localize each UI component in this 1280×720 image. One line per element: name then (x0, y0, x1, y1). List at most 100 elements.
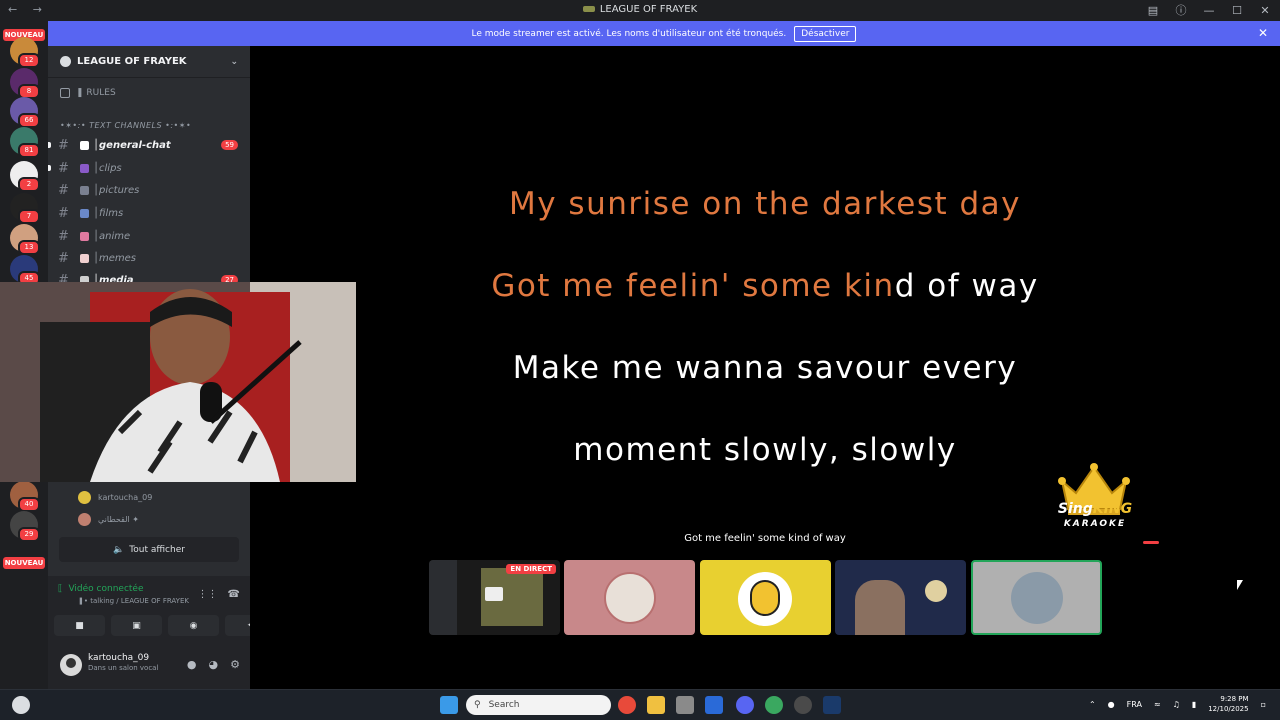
server-icon[interactable]: 66 (10, 97, 40, 128)
red-indicator (1143, 541, 1159, 544)
monitor-icon[interactable]: ▤ (1146, 4, 1160, 17)
voice-connected-label: Vidéo connectée (68, 584, 144, 594)
soundwave-icon[interactable]: ⋮⋮ (198, 589, 218, 600)
chrome-active-icon[interactable] (765, 696, 783, 714)
server-icon[interactable]: 40 (10, 481, 40, 512)
streamer-mode-banner: Le mode streamer est activé. Les noms d'… (48, 21, 1280, 46)
channel-pictures[interactable]: # │pictures (58, 180, 240, 200)
clock[interactable]: 9:28 PM 12/10/2025 (1208, 694, 1248, 714)
app-logo-icon (582, 6, 595, 12)
server-icon[interactable]: 8 (10, 68, 40, 99)
help-icon[interactable]: ⓘ (1174, 2, 1188, 18)
headphones-icon[interactable]: ◕ (209, 658, 219, 671)
banner-text: Le mode streamer est activé. Les noms d'… (471, 28, 787, 39)
participant-tile-screen[interactable]: EN DIRECT (429, 560, 560, 635)
mouse-cursor (1237, 580, 1243, 590)
lyric-line-2-rest: d of way (894, 268, 1039, 304)
participant-tile[interactable] (564, 560, 695, 635)
participant-tile[interactable] (700, 560, 831, 635)
explorer-icon[interactable] (647, 696, 665, 714)
minimize-icon[interactable]: — (1202, 4, 1216, 17)
store-icon[interactable] (676, 696, 694, 714)
emoji-icon (80, 140, 89, 150)
server-icon[interactable]: 7 (10, 193, 40, 224)
username[interactable]: kartoucha_09 (88, 653, 149, 663)
stream-stage[interactable]: My sunrise on the darkest day Got me fee… (250, 46, 1280, 689)
maximize-icon[interactable]: ☐ (1230, 4, 1244, 17)
hash-icon: # (58, 250, 69, 266)
close-icon[interactable]: ✕ (1258, 4, 1272, 17)
server-icon[interactable]: 12 (10, 37, 40, 68)
battery-icon[interactable]: ▮ (1192, 700, 1196, 709)
language-indicator[interactable]: FRA (1127, 700, 1142, 709)
video-light (925, 580, 947, 602)
screen-share-button[interactable]: ▣ (111, 615, 162, 636)
camera-off-button[interactable]: ■ (54, 615, 105, 636)
discord-icon[interactable] (736, 696, 754, 714)
speaker-server-icon[interactable]: 29 (10, 511, 40, 542)
emoji-icon (80, 231, 89, 241)
lyric-line-2-sung: Got me feelin' some kin (491, 268, 895, 304)
disable-streamer-button[interactable]: Désactiver (794, 25, 857, 42)
signal-icon: ⟦ (58, 584, 63, 594)
gear-icon[interactable]: ⚙ (230, 658, 240, 671)
logo-karaoke: KARAOKE (1063, 519, 1127, 529)
banner-close-icon[interactable]: ✕ (1258, 26, 1268, 40)
new-badge: NOUVEAU (3, 557, 45, 569)
channel-clips[interactable]: # │clips (48, 158, 240, 178)
category-text-channels[interactable]: •✶•:• TEXT CHANNELS •:•✶• (60, 121, 191, 130)
voice-user[interactable]: القحطاني ✦ (78, 509, 139, 529)
server-icon[interactable]: 81 (10, 127, 40, 158)
guild-icon (60, 56, 71, 67)
server-icon[interactable]: 2 (10, 161, 40, 192)
chevron-up-icon[interactable]: ⌃ (1089, 700, 1096, 709)
search-placeholder: Search (488, 700, 520, 710)
activity-button[interactable]: ◉ (168, 615, 219, 636)
microphone-icon[interactable]: ● (1108, 700, 1115, 709)
channel-memes[interactable]: # │memes (58, 248, 240, 268)
hash-icon: # (58, 160, 69, 176)
emoji-icon (80, 163, 89, 173)
volume-icon[interactable]: ♫ (1173, 700, 1180, 709)
widgets-icon[interactable] (12, 696, 30, 714)
show-all-button[interactable]: 🔈 Tout afficher (59, 537, 239, 562)
screen-preview-sidebar (429, 560, 457, 635)
checkbox-icon (60, 88, 70, 98)
user-panel: kartoucha_09 Dans un salon vocal ● ◕ ⚙ (48, 646, 250, 689)
notifications-icon[interactable]: ▫ (1261, 700, 1266, 709)
avatar (604, 572, 656, 624)
channel-films[interactable]: # │films (58, 203, 240, 223)
server-icon[interactable]: 13 (10, 224, 40, 255)
avatar (1011, 572, 1063, 624)
outlook-icon[interactable] (705, 696, 723, 714)
server-badge: 7 (18, 209, 40, 224)
server-icon[interactable]: 45 (10, 255, 40, 286)
voice-connected: ⟦ Vidéo connectée (58, 584, 144, 594)
microphone-icon[interactable]: ● (187, 658, 197, 671)
channel-general-chat[interactable]: # │general-chat 59 (48, 135, 240, 155)
obs-icon[interactable] (794, 696, 812, 714)
participant-tile-speaking[interactable] (971, 560, 1102, 635)
chrome-icon[interactable] (618, 696, 636, 714)
start-icon[interactable] (440, 696, 458, 714)
disconnect-icon[interactable]: ☎ (228, 589, 240, 600)
guild-header[interactable]: LEAGUE OF FRAYEK ⌄ (48, 46, 250, 78)
wifi-icon[interactable]: ≈ (1154, 700, 1161, 709)
streamer-webcam (0, 282, 356, 482)
chevron-down-icon[interactable]: ⌄ (230, 57, 238, 67)
channel-anime[interactable]: # │anime (58, 226, 240, 246)
window-title-text: LEAGUE OF FRAYEK (599, 4, 698, 15)
avatar[interactable] (60, 654, 82, 676)
lyric-line-2: Got me feelin' some kind of way (250, 268, 1280, 304)
voice-user-name: kartoucha_09 (98, 492, 153, 502)
voice-user[interactable]: kartoucha_09 (78, 487, 152, 507)
avatar (78, 490, 91, 504)
channel-label: ❚ RULES (76, 88, 116, 98)
voice-channel-name[interactable]: ❚• talking / LEAGUE OF FRAYEK (78, 597, 189, 605)
window-title: LEAGUE OF FRAYEK (0, 4, 1280, 15)
channel-rules[interactable]: ❚ RULES (60, 88, 116, 98)
steam-icon[interactable] (823, 696, 841, 714)
server-badge: 66 (18, 113, 40, 128)
search-input[interactable]: ⚲ Search (466, 695, 611, 715)
participant-tile-video[interactable] (835, 560, 966, 635)
